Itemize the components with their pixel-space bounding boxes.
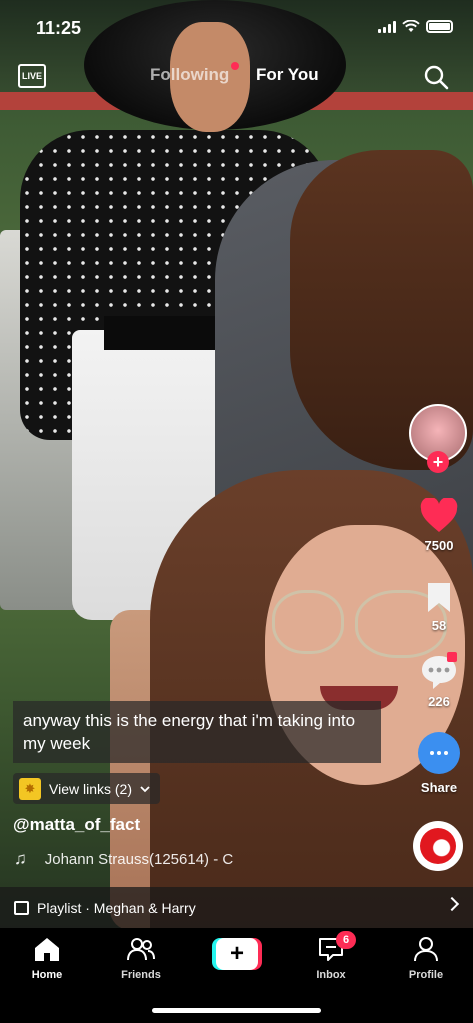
tab-following[interactable]: Following [150,65,229,85]
chevron-down-icon [140,785,150,792]
selfie-glasses-left [272,590,344,654]
music-note-icon: ♫ [14,849,27,868]
following-notification-dot [231,62,239,70]
chevron-right-icon [444,896,460,912]
search-icon[interactable] [423,64,449,90]
follow-plus-button[interactable]: + [427,451,449,473]
playlist-bar[interactable]: Playlist · Meghan & Harry [0,887,473,928]
comment-count: 226 [428,694,450,709]
profile-icon [414,937,438,962]
home-icon [35,938,59,961]
nav-profile-label: Profile [408,969,444,981]
share-label: Share [420,780,458,795]
comment-button[interactable]: 226 [405,652,473,709]
more-dots-icon [418,732,460,774]
friends-icon [127,938,155,961]
wifi-icon [402,20,420,32]
like-button[interactable]: 7500 [405,498,473,553]
top-nav: LIVE Following For You [0,62,473,90]
nav-friends-label: Friends [121,969,161,981]
nav-profile[interactable]: Profile [396,936,456,981]
comment-icon [422,652,457,689]
plus-icon: + [216,938,258,970]
tab-for-you[interactable]: For You [256,65,319,85]
nav-friends[interactable]: Friends [111,936,171,981]
create-button[interactable]: + [212,938,262,970]
sound-title: Johann Strauss(125614) - C [44,850,234,868]
creator-username[interactable]: @matta_of_fact [13,815,140,835]
like-count: 7500 [424,538,454,553]
save-button[interactable]: 58 [405,580,473,633]
share-button[interactable]: Share [405,732,473,795]
status-bar: 11:25 [0,0,473,52]
battery-icon [426,20,453,33]
status-icons [378,20,453,33]
save-count: 58 [431,618,447,633]
live-button[interactable]: LIVE [18,64,46,88]
signal-icon [378,20,396,33]
nav-home[interactable]: Home [17,936,77,981]
nav-home-label: Home [31,969,63,981]
bookmark-icon [428,583,450,612]
sound-row[interactable]: ♫ Johann Strauss(125614) - C [14,849,233,869]
heart-icon [420,498,458,532]
status-time: 11:25 [36,18,82,38]
playlist-icon [14,900,29,915]
video-caption: anyway this is the energy that i'm takin… [13,701,381,763]
home-indicator [152,1008,321,1013]
playlist-label: Playlist · Meghan & Harry [37,899,196,916]
nav-inbox-label: Inbox [316,969,346,981]
view-links-label: View links (2) [49,780,132,797]
music-disc-icon[interactable] [413,821,463,871]
view-links-button[interactable]: ✸ View links (2) [13,773,160,804]
inbox-badge: 6 [336,931,356,949]
sparkle-icon: ✸ [19,777,41,800]
